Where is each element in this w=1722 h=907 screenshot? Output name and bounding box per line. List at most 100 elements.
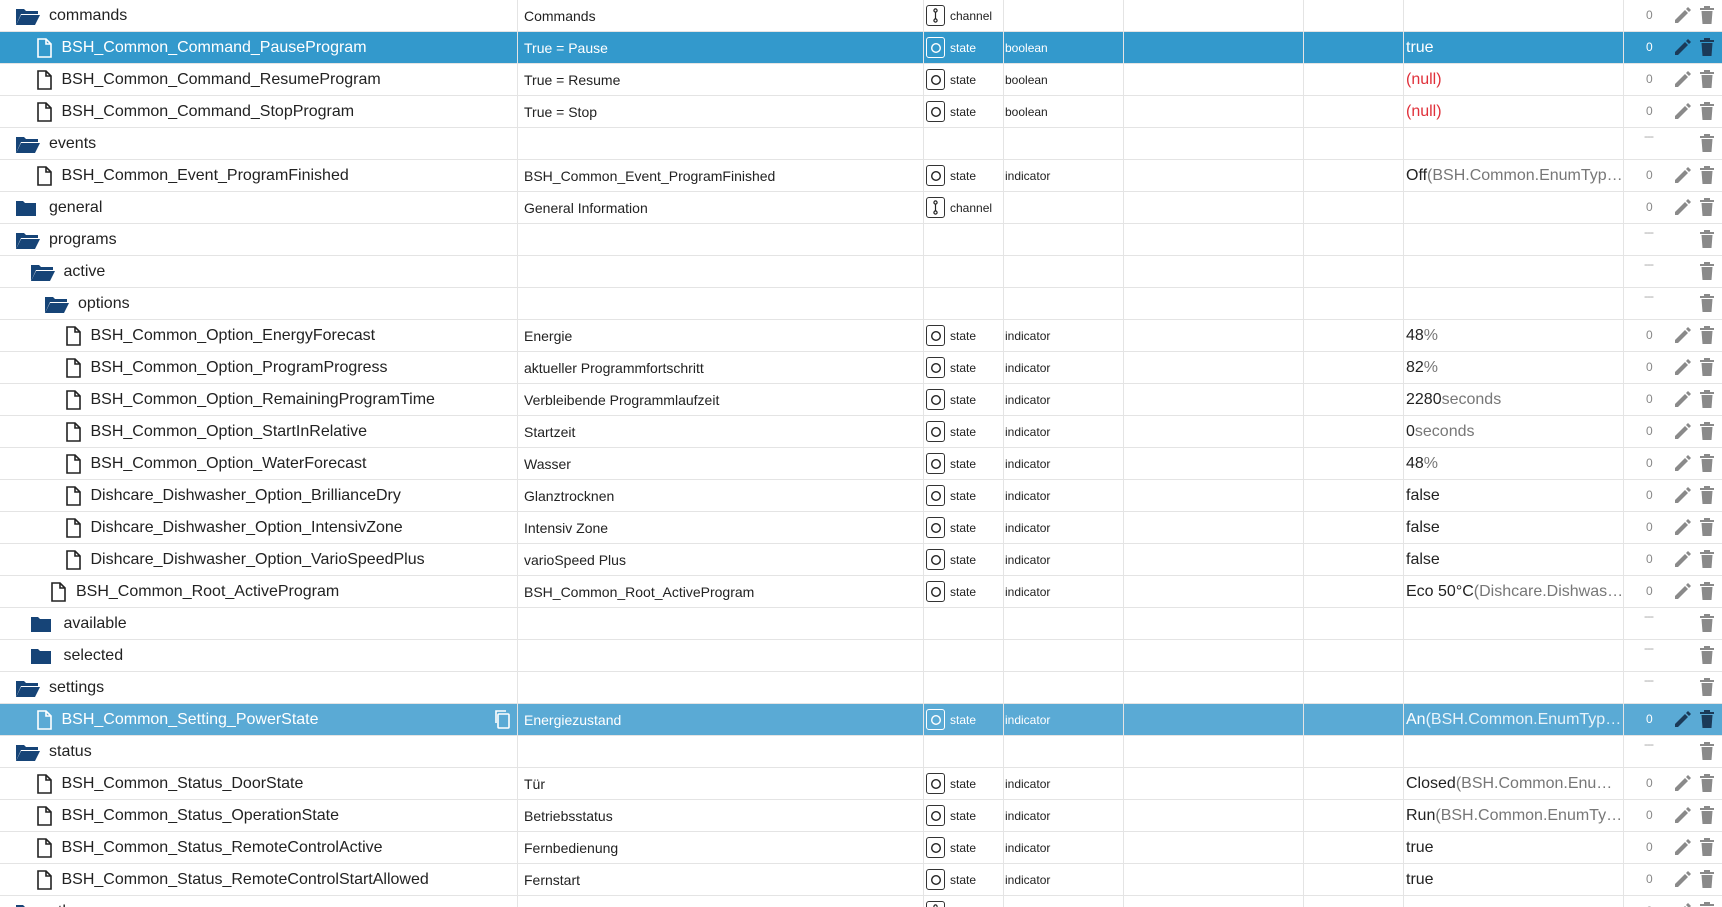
value-cell[interactable]: An (BSH.Common.EnumTyp… — [1404, 704, 1624, 735]
edit-pencil-icon[interactable] — [1672, 197, 1694, 219]
edit-pencil-icon[interactable] — [1672, 421, 1694, 443]
edit-pencil-icon[interactable] — [1672, 37, 1694, 59]
delete-trash-icon[interactable] — [1699, 261, 1719, 283]
tree-row[interactable]: options --- — [0, 288, 1722, 320]
tree-row[interactable]: selected --- — [0, 640, 1722, 672]
tree-row[interactable]: BSH_Common_Option_EnergyForecast Energie s… — [0, 320, 1722, 352]
delete-trash-icon[interactable] — [1699, 197, 1719, 219]
tree-row[interactable]: status --- — [0, 736, 1722, 768]
delete-trash-icon[interactable] — [1699, 613, 1719, 635]
value-cell[interactable]: Closed (BSH.Common.Enu… — [1404, 768, 1624, 799]
delete-trash-icon[interactable] — [1699, 69, 1719, 91]
tree-row[interactable]: BSH_Common_Option_WaterForecast Wasser sta… — [0, 448, 1722, 480]
edit-pencil-icon[interactable] — [1672, 837, 1694, 859]
delete-trash-icon[interactable] — [1699, 325, 1719, 347]
delete-trash-icon[interactable] — [1699, 677, 1719, 699]
edit-pencil-icon[interactable] — [1672, 69, 1694, 91]
delete-trash-icon[interactable] — [1699, 453, 1719, 475]
edit-pencil-icon[interactable] — [1672, 485, 1694, 507]
tree-row[interactable]: BSH_Common_Option_RemainingProgramTime Ve… — [0, 384, 1722, 416]
folder-open-icon[interactable] — [15, 741, 41, 763]
edit-pencil-icon[interactable] — [1672, 549, 1694, 571]
folder-open-icon[interactable] — [15, 5, 41, 27]
edit-pencil-icon[interactable] — [1672, 709, 1694, 731]
delete-trash-icon[interactable] — [1699, 773, 1719, 795]
value-cell[interactable]: Run (BSH.Common.EnumTy… — [1404, 800, 1624, 831]
edit-pencil-icon[interactable] — [1672, 357, 1694, 379]
tree-row[interactable]: BSH_Common_Command_ResumeProgram True = R… — [0, 64, 1722, 96]
value-cell[interactable]: false — [1404, 544, 1624, 575]
value-cell[interactable]: 82 % — [1404, 352, 1624, 383]
tree-row[interactable]: BSH_Common_Status_DoorState Tür state indic… — [0, 768, 1722, 800]
folder-open-icon[interactable] — [15, 677, 41, 699]
value-cell[interactable]: (null) — [1404, 96, 1624, 127]
delete-trash-icon[interactable] — [1699, 165, 1719, 187]
value-cell[interactable]: 48 % — [1404, 320, 1624, 351]
value-cell[interactable]: (null) — [1404, 64, 1624, 95]
tree-row[interactable]: commands Commands channel 0 — [0, 0, 1722, 32]
folder-open-icon[interactable] — [15, 133, 41, 155]
tree-row[interactable]: BSH_Common_Status_RemoteControlStartAllo… — [0, 864, 1722, 896]
edit-pencil-icon[interactable] — [1672, 101, 1694, 123]
delete-trash-icon[interactable] — [1699, 229, 1719, 251]
delete-trash-icon[interactable] — [1699, 901, 1719, 907]
tree-row[interactable]: general General Information channel 0 — [0, 192, 1722, 224]
delete-trash-icon[interactable] — [1699, 101, 1719, 123]
edit-pencil-icon[interactable] — [1672, 773, 1694, 795]
value-cell[interactable]: true — [1404, 864, 1624, 895]
value-cell[interactable]: false — [1404, 512, 1624, 543]
value-cell[interactable]: 48 % — [1404, 448, 1624, 479]
value-cell[interactable]: Eco 50°C (Dishcare.Dishwas… — [1404, 576, 1624, 607]
value-cell[interactable]: true — [1404, 32, 1624, 63]
edit-pencil-icon[interactable] — [1672, 581, 1694, 603]
folder-icon[interactable] — [15, 197, 41, 219]
tree-row[interactable]: BSH_Common_Option_StartInRelative Startze… — [0, 416, 1722, 448]
folder-icon[interactable] — [15, 901, 41, 907]
edit-pencil-icon[interactable] — [1672, 901, 1694, 907]
delete-trash-icon[interactable] — [1699, 421, 1719, 443]
edit-pencil-icon[interactable] — [1672, 5, 1694, 27]
folder-open-icon[interactable] — [15, 229, 41, 251]
tree-row[interactable]: BSH_Common_Command_StopProgram True = Sto… — [0, 96, 1722, 128]
tree-row[interactable]: Dishcare_Dishwasher_Option_IntensivZone I… — [0, 512, 1722, 544]
delete-trash-icon[interactable] — [1699, 709, 1719, 731]
tree-row[interactable]: BSH_Common_Status_OperationState Betriebs… — [0, 800, 1722, 832]
delete-trash-icon[interactable] — [1699, 5, 1719, 27]
delete-trash-icon[interactable] — [1699, 645, 1719, 667]
edit-pencil-icon[interactable] — [1672, 805, 1694, 827]
tree-row[interactable]: active --- — [0, 256, 1722, 288]
tree-row[interactable]: BSH_Common_Command_PauseProgram True = Pa… — [0, 32, 1722, 64]
copy-icon[interactable] — [493, 709, 513, 731]
tree-row[interactable]: programs --- — [0, 224, 1722, 256]
delete-trash-icon[interactable] — [1699, 293, 1719, 315]
tree-row[interactable]: available --- — [0, 608, 1722, 640]
tree-row[interactable]: Dishcare_Dishwasher_Option_BrillianceDry… — [0, 480, 1722, 512]
delete-trash-icon[interactable] — [1699, 837, 1719, 859]
tree-row[interactable]: BSH_Common_Event_ProgramFinished BSH_Comm… — [0, 160, 1722, 192]
folder-icon[interactable] — [30, 613, 56, 635]
delete-trash-icon[interactable] — [1699, 805, 1719, 827]
edit-pencil-icon[interactable] — [1672, 325, 1694, 347]
tree-row[interactable]: BSH_Common_Root_ActiveProgram BSH_Common_… — [0, 576, 1722, 608]
value-cell[interactable]: false — [1404, 480, 1624, 511]
tree-row[interactable]: BSH_Common_Setting_PowerState Energiezust… — [0, 704, 1722, 736]
delete-trash-icon[interactable] — [1699, 517, 1719, 539]
edit-pencil-icon[interactable] — [1672, 453, 1694, 475]
delete-trash-icon[interactable] — [1699, 581, 1719, 603]
edit-pencil-icon[interactable] — [1672, 869, 1694, 891]
tree-row[interactable]: events --- — [0, 128, 1722, 160]
tree-row[interactable]: BSH_Common_Option_ProgramProgress aktuell… — [0, 352, 1722, 384]
delete-trash-icon[interactable] — [1699, 869, 1719, 891]
delete-trash-icon[interactable] — [1699, 37, 1719, 59]
delete-trash-icon[interactable] — [1699, 485, 1719, 507]
edit-pencil-icon[interactable] — [1672, 517, 1694, 539]
tree-row[interactable]: Dishcare_Dishwasher_Option_VarioSpeedPlu… — [0, 544, 1722, 576]
edit-pencil-icon[interactable] — [1672, 389, 1694, 411]
edit-pencil-icon[interactable] — [1672, 165, 1694, 187]
delete-trash-icon[interactable] — [1699, 357, 1719, 379]
folder-open-icon[interactable] — [44, 293, 70, 315]
value-cell[interactable]: true — [1404, 832, 1624, 863]
tree-row[interactable]: BSH_Common_Status_RemoteControlActive Fer… — [0, 832, 1722, 864]
folder-icon[interactable] — [30, 645, 56, 667]
delete-trash-icon[interactable] — [1699, 389, 1719, 411]
